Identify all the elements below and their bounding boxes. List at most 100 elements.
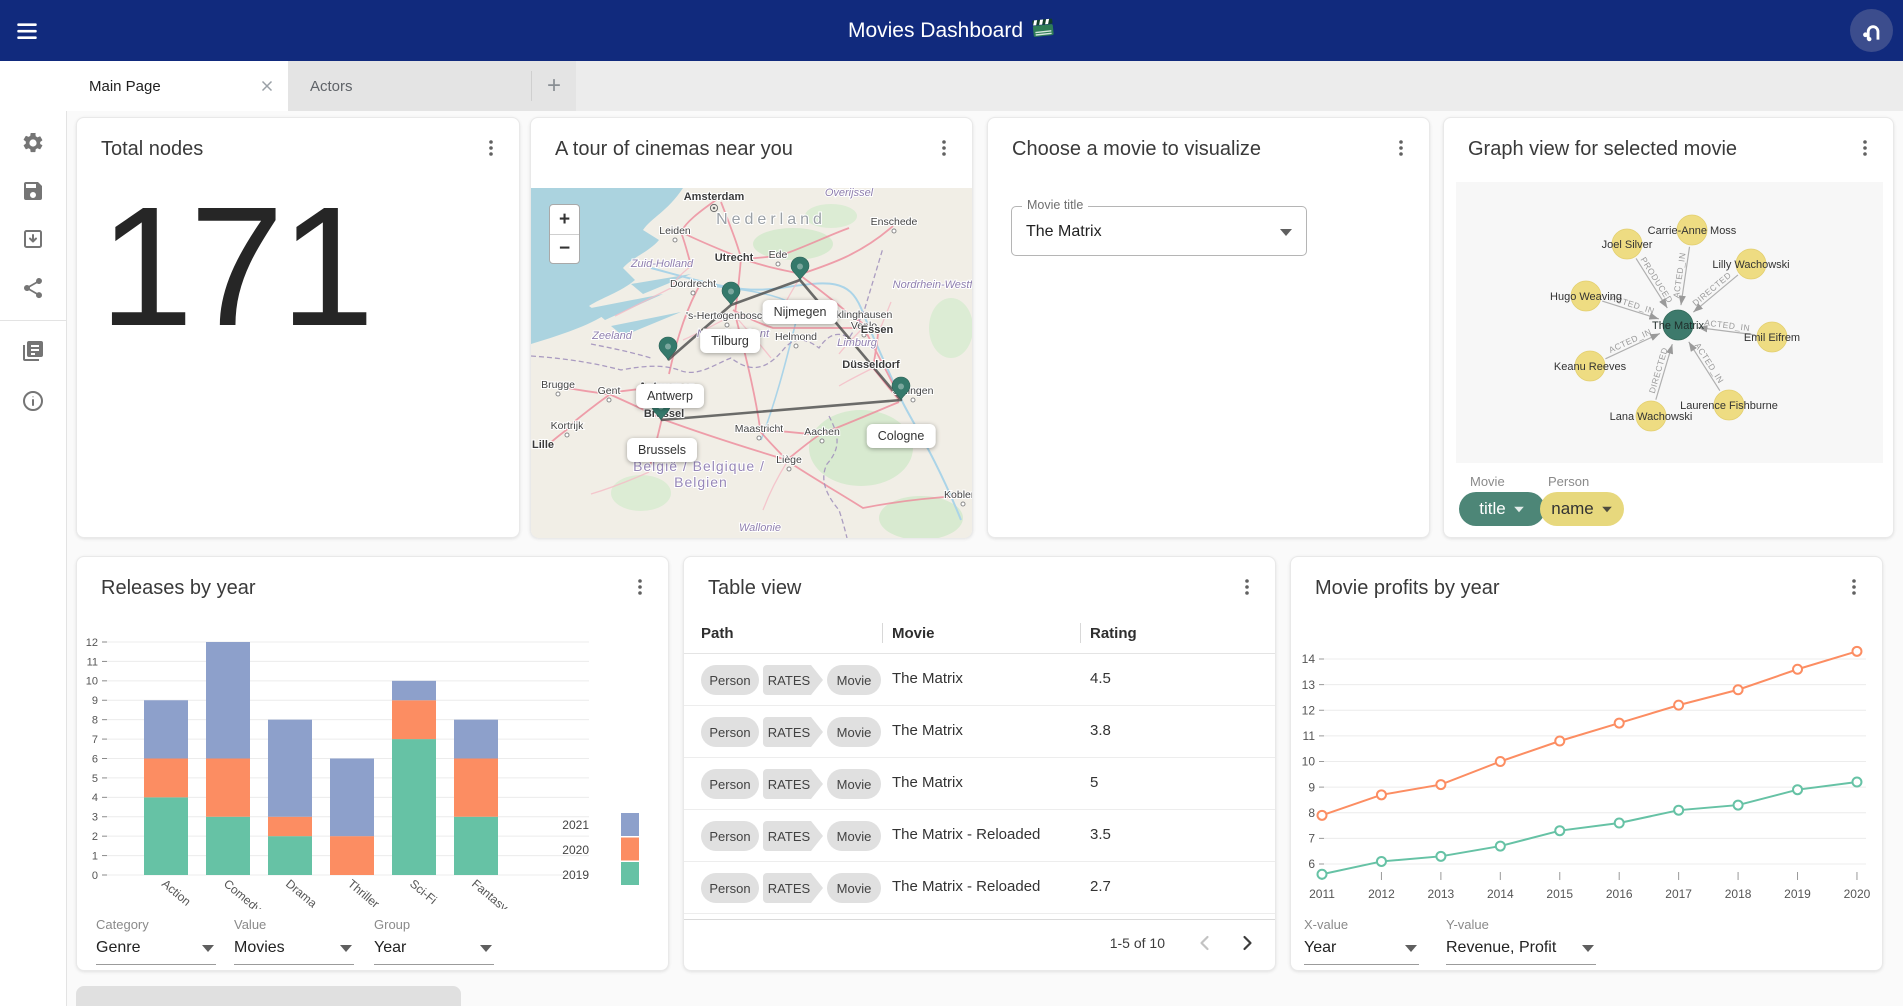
- map-place-label: Düsseldorf: [842, 359, 900, 371]
- data-point[interactable]: [1673, 699, 1685, 711]
- card-menu-icon[interactable]: [479, 136, 503, 160]
- bar-segment[interactable]: [268, 816, 312, 837]
- data-point[interactable]: [1316, 809, 1328, 821]
- x-value-select[interactable]: X-value Year: [1304, 917, 1419, 965]
- data-point[interactable]: [1851, 645, 1863, 657]
- bar-segment[interactable]: [206, 816, 250, 875]
- map-place-label: Limburg: [837, 337, 878, 349]
- zoom-out-button[interactable]: −: [550, 234, 579, 263]
- card-menu-icon[interactable]: [1842, 575, 1866, 599]
- card-menu-icon[interactable]: [1853, 136, 1877, 160]
- next-row-card-peek: [76, 986, 461, 1006]
- settings-gear-icon[interactable]: [21, 131, 45, 155]
- category-select-value: Genre: [96, 939, 141, 956]
- bar-segment[interactable]: [144, 700, 188, 759]
- data-point[interactable]: [1316, 868, 1328, 880]
- bar-category-label: Comedy: [221, 877, 264, 909]
- data-point[interactable]: [1851, 776, 1863, 788]
- column-header-movie[interactable]: Movie: [892, 625, 935, 642]
- card-menu-icon[interactable]: [628, 575, 652, 599]
- card-title: Graph view for selected movie: [1468, 138, 1738, 160]
- data-point[interactable]: [1613, 717, 1625, 729]
- data-point[interactable]: [1554, 735, 1566, 747]
- data-point[interactable]: [1554, 825, 1566, 837]
- data-point[interactable]: [1613, 817, 1625, 829]
- node-label-chip: Movie: [827, 873, 881, 903]
- map-place-label: Liège: [776, 454, 802, 466]
- reports-library-icon[interactable]: [21, 339, 45, 363]
- card-menu-icon[interactable]: [1235, 575, 1259, 599]
- pagination-next-icon[interactable]: [1235, 931, 1259, 955]
- data-point[interactable]: [1732, 799, 1744, 811]
- data-point[interactable]: [1435, 850, 1447, 862]
- data-point[interactable]: [1375, 789, 1387, 801]
- data-point[interactable]: [1375, 855, 1387, 867]
- svg-text:8: 8: [1308, 806, 1315, 820]
- column-header-path[interactable]: Path: [701, 625, 734, 642]
- tab-strip-filler: [576, 61, 1903, 111]
- card-title: Table view: [708, 577, 802, 599]
- bar-segment[interactable]: [206, 758, 250, 817]
- map-canvas[interactable]: Amsterdam Nederland Leiden Utrecht Ede Zuid-H…: [531, 188, 972, 538]
- card-menu-icon[interactable]: [932, 136, 956, 160]
- node-label-chip: Movie: [827, 769, 881, 799]
- share-icon[interactable]: [21, 276, 45, 300]
- bar-segment[interactable]: [454, 758, 498, 817]
- close-tab-icon[interactable]: [258, 77, 276, 95]
- card-movie-profits: Movie profits by year 6 7 8 9 10 11 12 13 14 2011…: [1290, 556, 1883, 971]
- load-dashboard-icon[interactable]: [21, 227, 45, 251]
- bar-segment[interactable]: [454, 719, 498, 759]
- movie-title-select[interactable]: Movie title The Matrix: [1011, 198, 1307, 256]
- bar-segment[interactable]: [268, 836, 312, 875]
- line-chart: 6 7 8 9 10 11 12 13 14 2011 2012 2013 2014 2015 2016 20…: [1302, 645, 1871, 901]
- svg-text:9: 9: [1308, 780, 1315, 794]
- category-select[interactable]: Category Genre: [96, 917, 216, 965]
- bar-segment[interactable]: [206, 641, 250, 759]
- graph-edge-label: ACTED_IN: [1607, 326, 1653, 355]
- card-menu-icon[interactable]: [1389, 136, 1413, 160]
- tab-strip-corner: [0, 61, 67, 111]
- zoom-in-button[interactable]: +: [550, 205, 579, 234]
- bar-segment[interactable]: [144, 797, 188, 875]
- person-property-chip[interactable]: name: [1540, 492, 1624, 526]
- svg-text:12: 12: [1302, 703, 1316, 717]
- data-point[interactable]: [1732, 684, 1744, 696]
- y-value-select-label: Y-value: [1446, 917, 1489, 932]
- data-point[interactable]: [1494, 840, 1506, 852]
- data-point[interactable]: [1494, 756, 1506, 767]
- line-series: [1321, 650, 1858, 817]
- map-place-label: Wallonie: [739, 522, 781, 534]
- tab-actors[interactable]: Actors: [288, 61, 531, 111]
- group-select[interactable]: Group Year: [374, 917, 494, 965]
- bar-segment[interactable]: [330, 758, 374, 837]
- bar-segment[interactable]: [392, 739, 436, 875]
- graph-canvas[interactable]: PRODUCEDACTED_IN DIRECTEDACTED_INACTED_IN…: [1456, 182, 1883, 463]
- data-point[interactable]: [1792, 784, 1804, 796]
- neo4j-connection-avatar[interactable]: [1850, 9, 1893, 52]
- bar-chart: 0123456789101112Action Comedy Drama Thrille…: [86, 637, 639, 909]
- map-place-label: Brugge: [541, 379, 575, 391]
- card-title: A tour of cinemas near you: [555, 138, 793, 160]
- bar-segment[interactable]: [392, 700, 436, 740]
- svg-text:11: 11: [87, 656, 98, 668]
- bar-segment[interactable]: [144, 758, 188, 798]
- info-icon[interactable]: [21, 389, 45, 413]
- data-point[interactable]: [1435, 779, 1447, 791]
- column-header-rating[interactable]: Rating: [1090, 625, 1137, 642]
- tab-main-page[interactable]: Main Page: [67, 61, 288, 111]
- movies-dashboard-app: Movies Dashboard Main Page Actors + Tota…: [0, 0, 1903, 1006]
- value-select[interactable]: Value Movies: [234, 917, 354, 965]
- data-point[interactable]: [1792, 663, 1804, 675]
- bar-segment[interactable]: [392, 680, 436, 701]
- y-value-select[interactable]: Y-value Revenue, Profit: [1446, 917, 1596, 965]
- sidebar-divider: [0, 320, 67, 321]
- data-point[interactable]: [1673, 804, 1685, 816]
- map-place-label: Nederland: [716, 211, 826, 228]
- bar-segment[interactable]: [330, 836, 374, 875]
- save-dashboard-icon[interactable]: [21, 179, 45, 203]
- add-tab-button[interactable]: +: [532, 61, 576, 111]
- value-select-value: Movies: [234, 939, 285, 956]
- bar-segment[interactable]: [454, 816, 498, 875]
- bar-segment[interactable]: [268, 719, 312, 817]
- movie-property-chip[interactable]: title: [1459, 492, 1545, 526]
